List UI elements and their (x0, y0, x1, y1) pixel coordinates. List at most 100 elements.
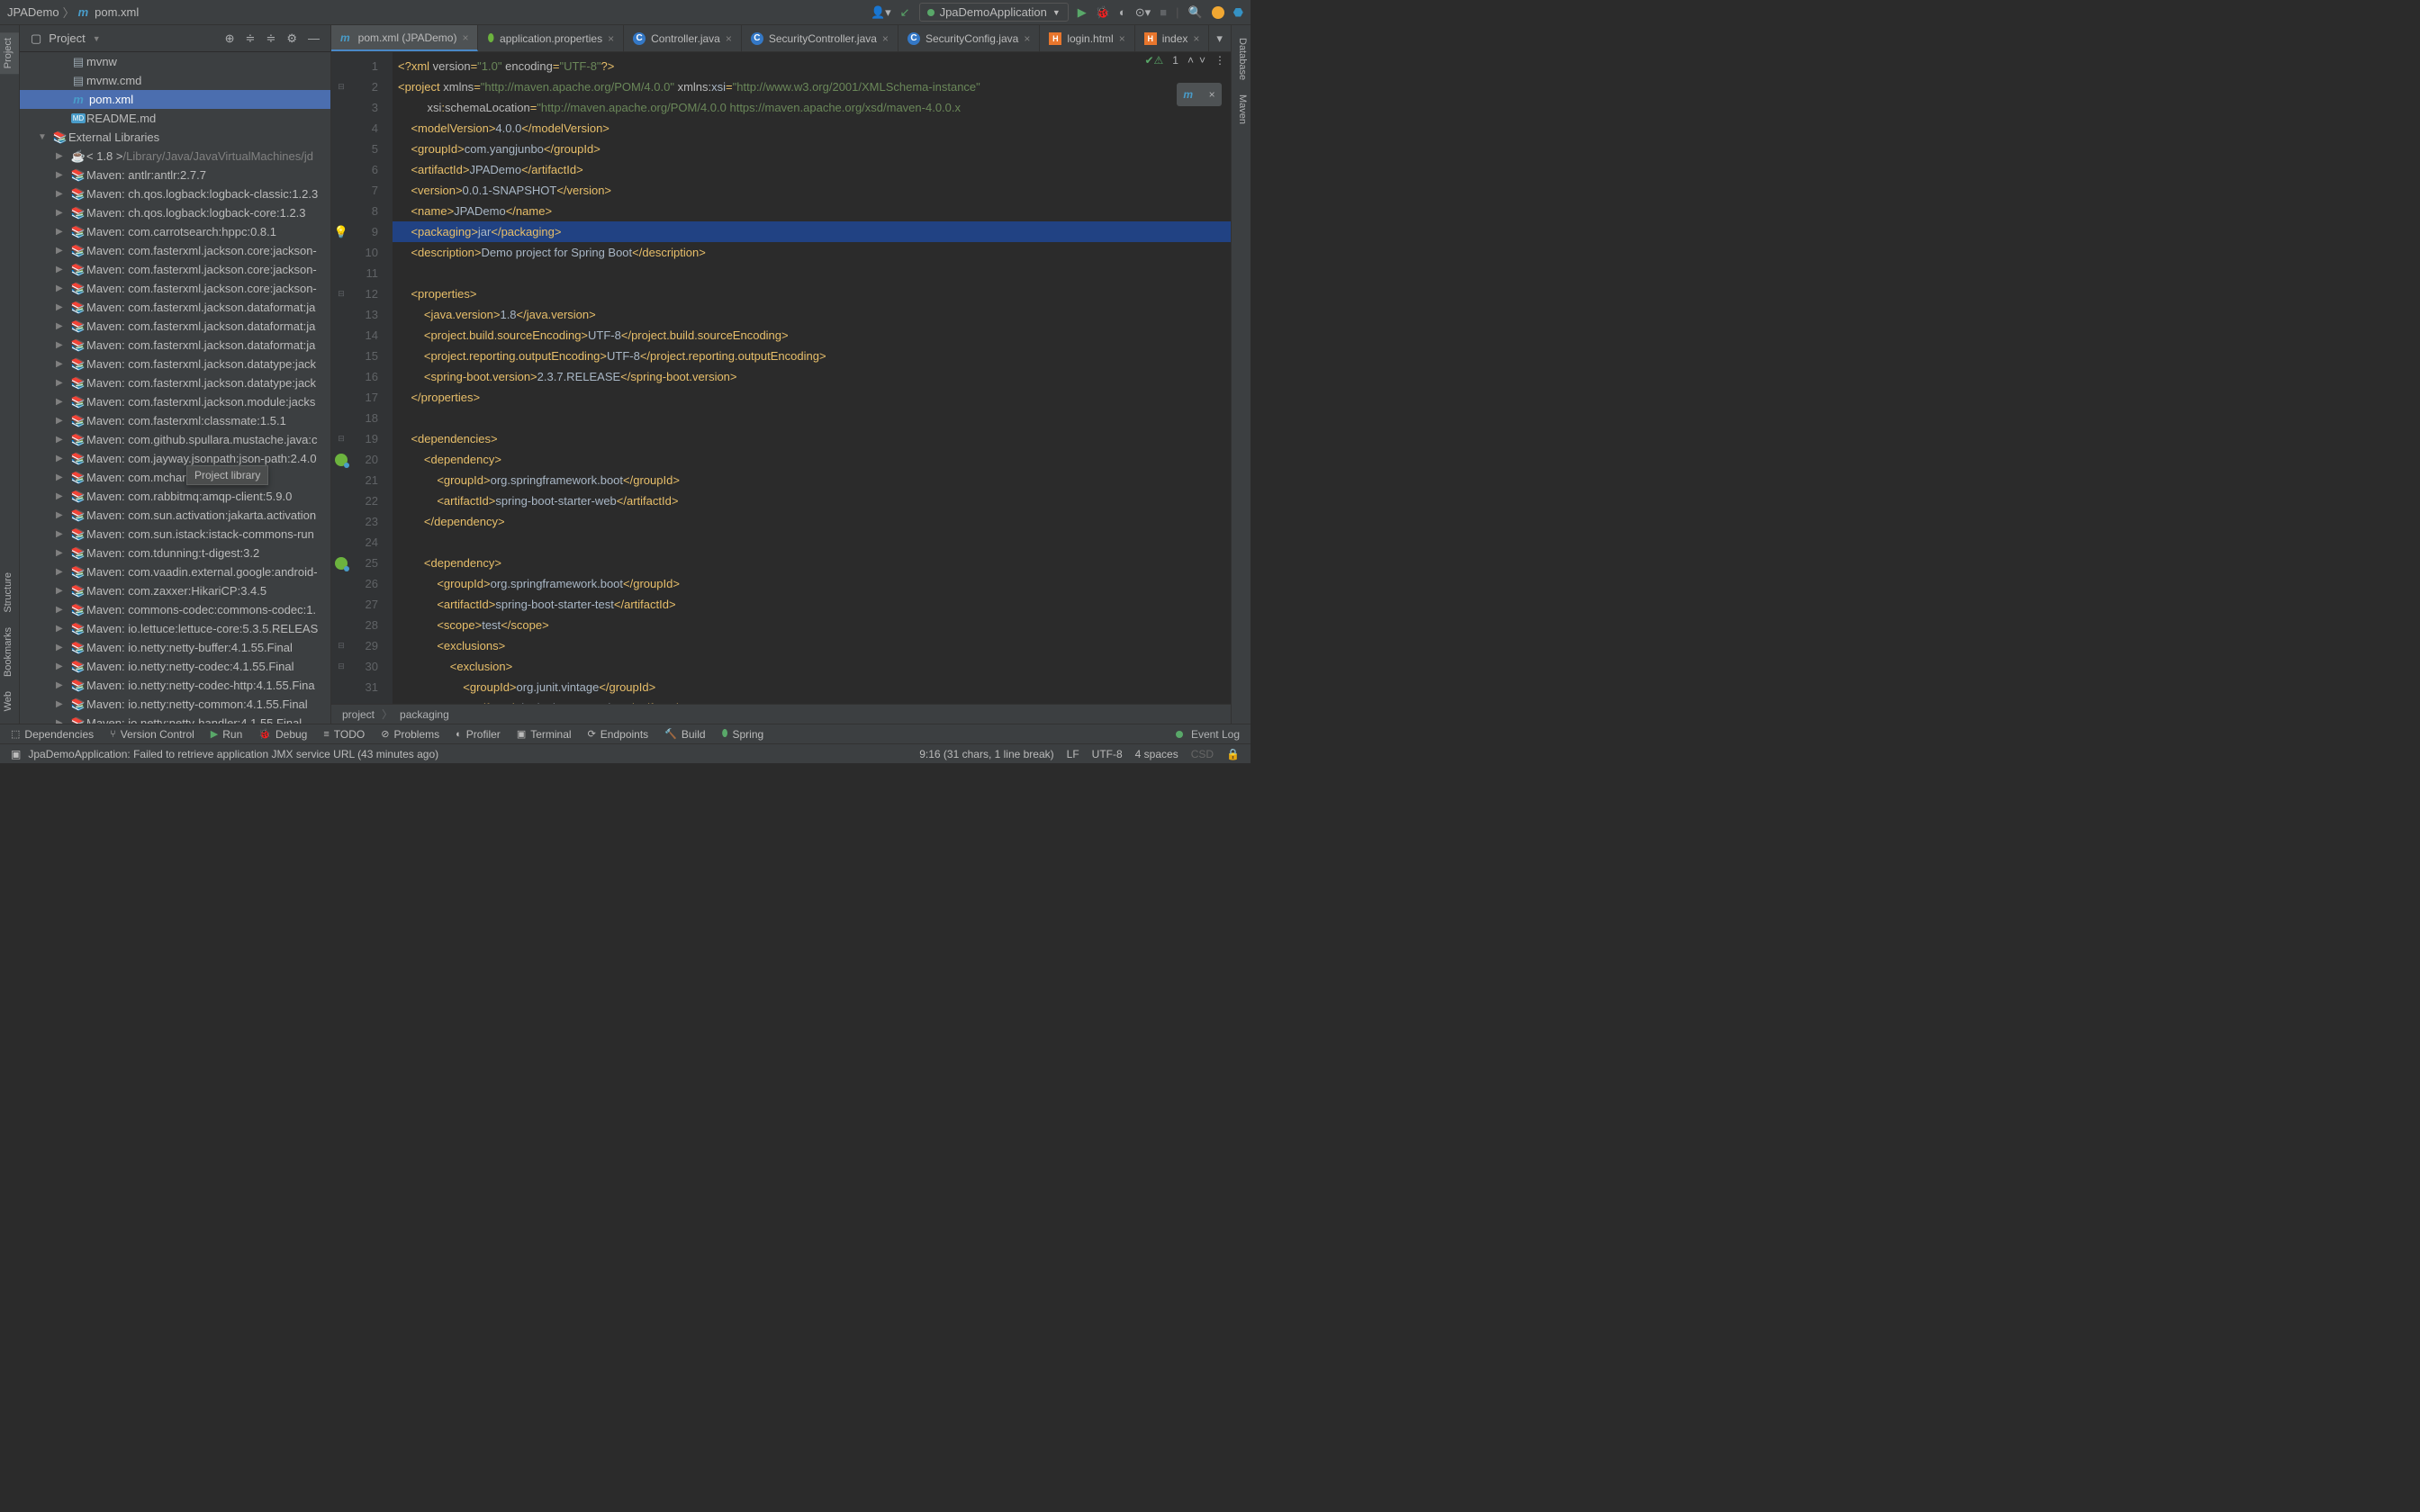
user-icon[interactable]: 👤▾ (871, 5, 891, 20)
tree-row[interactable]: ▶📚Maven: com.rabbitmq:amqp-client:5.9.0 (20, 487, 330, 506)
tree-row[interactable]: ▶📚Maven: com.github.spullara.mustache.ja… (20, 430, 330, 449)
file-encoding[interactable]: UTF-8 (1092, 748, 1123, 760)
structure-tool-button[interactable]: Structure (0, 567, 19, 618)
endpoints-tool[interactable]: ⟳Endpoints (588, 728, 649, 741)
code-editor[interactable]: ⊟💡⊟⊟⊟⊟ 123456789101112131415161718192021… (331, 52, 1231, 704)
intention-bulb-icon[interactable]: 💡 (334, 225, 348, 239)
tree-row[interactable]: mpom.xml (20, 90, 330, 109)
close-tab-icon[interactable]: × (726, 32, 732, 45)
coverage-button[interactable]: ◐ (1119, 5, 1126, 19)
line-separator[interactable]: LF (1067, 748, 1079, 760)
close-tab-icon[interactable]: × (882, 32, 889, 45)
crumb-project[interactable]: JPADemo (7, 5, 59, 19)
close-tab-icon[interactable]: × (1193, 32, 1199, 45)
close-tab-icon[interactable]: × (608, 32, 614, 45)
stop-button[interactable]: ■ (1160, 5, 1167, 19)
tree-row[interactable]: MDREADME.md (20, 109, 330, 128)
tree-row[interactable]: ▶📚Maven: antlr:antlr:2.7.7 (20, 166, 330, 184)
tree-row[interactable]: ▶📚Maven: com.zaxxer:HikariCP:3.4.5 (20, 581, 330, 600)
fold-icon[interactable]: ⊟ (338, 434, 345, 444)
web-tool-button[interactable]: Web (0, 686, 19, 716)
fold-icon[interactable]: ⊟ (338, 82, 345, 92)
tree-row[interactable]: ▶📚Maven: com.carrotsearch:hppc:0.8.1 (20, 222, 330, 241)
hide-icon[interactable]: — (308, 32, 320, 45)
ide-shield-icon[interactable]: ⬣ (1233, 5, 1243, 20)
editor-tab[interactable]: ⬮application.properties× (478, 25, 624, 51)
tree-row[interactable]: ▶📚Maven: com.tdunning:t-digest:3.2 (20, 544, 330, 562)
tree-row[interactable]: ▶📚Maven: com.fasterxml.jackson.module:ja… (20, 392, 330, 411)
tree-row[interactable]: ▶📚Maven: io.netty:netty-codec:4.1.55.Fin… (20, 657, 330, 676)
build-tool[interactable]: 🔨Build (664, 728, 705, 741)
profiler-tool[interactable]: ◐Profiler (456, 728, 501, 741)
profile-button[interactable]: ⊙▾ (1135, 5, 1151, 20)
vcs-tool[interactable]: ⑂Version Control (110, 728, 194, 741)
spring-bean-icon[interactable] (335, 557, 348, 570)
fold-icon[interactable]: ⊟ (338, 641, 345, 651)
tree-row[interactable]: ▶📚Maven: com.vaadin.external.google:andr… (20, 562, 330, 581)
debug-tool[interactable]: 🐞Debug (258, 728, 307, 741)
tree-row[interactable]: ▤mvnw (20, 52, 330, 71)
more-icon[interactable]: ⋮ (1215, 54, 1225, 67)
close-tab-icon[interactable]: × (1119, 32, 1125, 45)
tree-row[interactable]: ▶📚Maven: com.fasterxml.jackson.core:jack… (20, 279, 330, 298)
editor-tab[interactable]: CSecurityConfig.java× (898, 25, 1040, 51)
tree-row[interactable]: ▶📚Maven: com.fasterxml.jackson.core:jack… (20, 241, 330, 260)
run-tool[interactable]: ▶Run (211, 728, 242, 741)
tree-row[interactable]: ▶📚Maven: ch.qos.logback:logback-core:1.2… (20, 203, 330, 222)
tree-row[interactable]: ▶📚Maven: com.sun.istack:istack-commons-r… (20, 525, 330, 544)
tree-row[interactable]: ▶📚Maven: io.lettuce:lettuce-core:5.3.5.R… (20, 619, 330, 638)
debug-button[interactable]: 🐞 (1096, 5, 1110, 20)
editor-breadcrumbs[interactable]: project 〉 packaging (331, 704, 1231, 724)
tree-row[interactable]: ▶📚Maven: com.fasterxml.jackson.dataforma… (20, 336, 330, 355)
ide-update-icon[interactable] (1212, 6, 1224, 19)
project-tree[interactable]: ▤mvnw▤mvnw.cmdmpom.xmlMDREADME.md▼📚Exter… (20, 52, 330, 724)
event-log-tool[interactable]: Event Log (1176, 728, 1240, 741)
problems-tool[interactable]: ⊘Problems (381, 728, 439, 741)
indent-config[interactable]: 4 spaces (1135, 748, 1178, 760)
tree-row[interactable]: ▶📚Maven: com.sun.activation:jakarta.acti… (20, 506, 330, 525)
floating-maven-toolbar[interactable]: m × (1177, 83, 1222, 106)
vcs-update-icon[interactable]: ↙ (900, 5, 910, 20)
chevron-down-icon[interactable]: ▼ (93, 34, 101, 43)
lock-icon[interactable]: 🔒 (1226, 748, 1240, 760)
tree-row[interactable]: ▶📚Maven: com.fasterxml.jackson.dataforma… (20, 317, 330, 336)
run-config-selector[interactable]: JpaDemoApplication ▼ (919, 3, 1069, 22)
editor-tab[interactable]: CController.java× (624, 25, 742, 51)
tree-row[interactable]: ▼📚External Libraries (20, 128, 330, 147)
tree-row[interactable]: ▶📚Maven: com.jayway.jsonpath:json-path:2… (20, 449, 330, 468)
tree-row[interactable]: ▶📚Maven: com.fasterxml.jackson.datatype:… (20, 374, 330, 392)
collapse-all-icon[interactable]: ≑ (266, 32, 275, 46)
tree-row[interactable]: ▶📚Maven: com.fasterxml.jackson.dataforma… (20, 298, 330, 317)
tree-row[interactable]: ▶📚Maven: com.fasterxml.jackson.datatype:… (20, 355, 330, 374)
tree-row[interactable]: ▶📚Maven: com.mchar mmons-j (20, 468, 330, 487)
crumb-file[interactable]: pom.xml (95, 5, 139, 19)
chevron-down-icon[interactable]: ▾ (1216, 32, 1223, 46)
settings-icon[interactable]: ⚙ (286, 32, 297, 46)
tree-row[interactable]: ▶📚Maven: io.netty:netty-buffer:4.1.55.Fi… (20, 638, 330, 657)
close-tab-icon[interactable]: × (462, 32, 468, 44)
maven-tool-button[interactable]: Maven (1232, 89, 1251, 130)
editor-tab[interactable]: mpom.xml (JPADemo)× (331, 25, 478, 51)
tree-row[interactable]: ▶📚Maven: commons-codec:commons-codec:1. (20, 600, 330, 619)
editor-tab[interactable]: Hindex× (1135, 25, 1210, 51)
tree-row[interactable]: ▶📚Maven: io.netty:netty-codec-http:4.1.5… (20, 676, 330, 695)
select-opened-file-icon[interactable]: ⊕ (225, 32, 235, 46)
fold-icon[interactable]: ⊟ (338, 289, 345, 299)
search-everywhere-icon[interactable]: 🔍 (1187, 5, 1202, 20)
tree-row[interactable]: ▤mvnw.cmd (20, 71, 330, 90)
tree-row[interactable]: ▶📚Maven: io.netty:netty-handler:4.1.55.F… (20, 714, 330, 724)
project-tool-button[interactable]: Project (0, 32, 19, 74)
fold-icon[interactable]: ⊟ (338, 662, 345, 671)
prev-highlight-icon[interactable]: ˄ (1187, 54, 1194, 67)
next-highlight-icon[interactable]: ˅ (1199, 54, 1205, 67)
tree-row[interactable]: ▶📚Maven: com.fasterxml.jackson.core:jack… (20, 260, 330, 279)
tree-row[interactable]: ▶📚Maven: ch.qos.logback:logback-classic:… (20, 184, 330, 203)
sidebar-title[interactable]: Project (49, 32, 85, 45)
editor-tab[interactable]: Hlogin.html× (1040, 25, 1134, 51)
tool-windows-icon[interactable]: ▣ (11, 748, 21, 760)
inspection-widget[interactable]: ✔⚠1 ˄˅ ⋮ (1144, 54, 1225, 67)
editor-tab[interactable]: CSecurityController.java× (742, 25, 898, 51)
expand-all-icon[interactable]: ≑ (246, 32, 256, 46)
todo-tool[interactable]: ≡TODO (323, 728, 365, 741)
tree-row[interactable]: ▶📚Maven: com.fasterxml:classmate:1.5.1 (20, 411, 330, 430)
